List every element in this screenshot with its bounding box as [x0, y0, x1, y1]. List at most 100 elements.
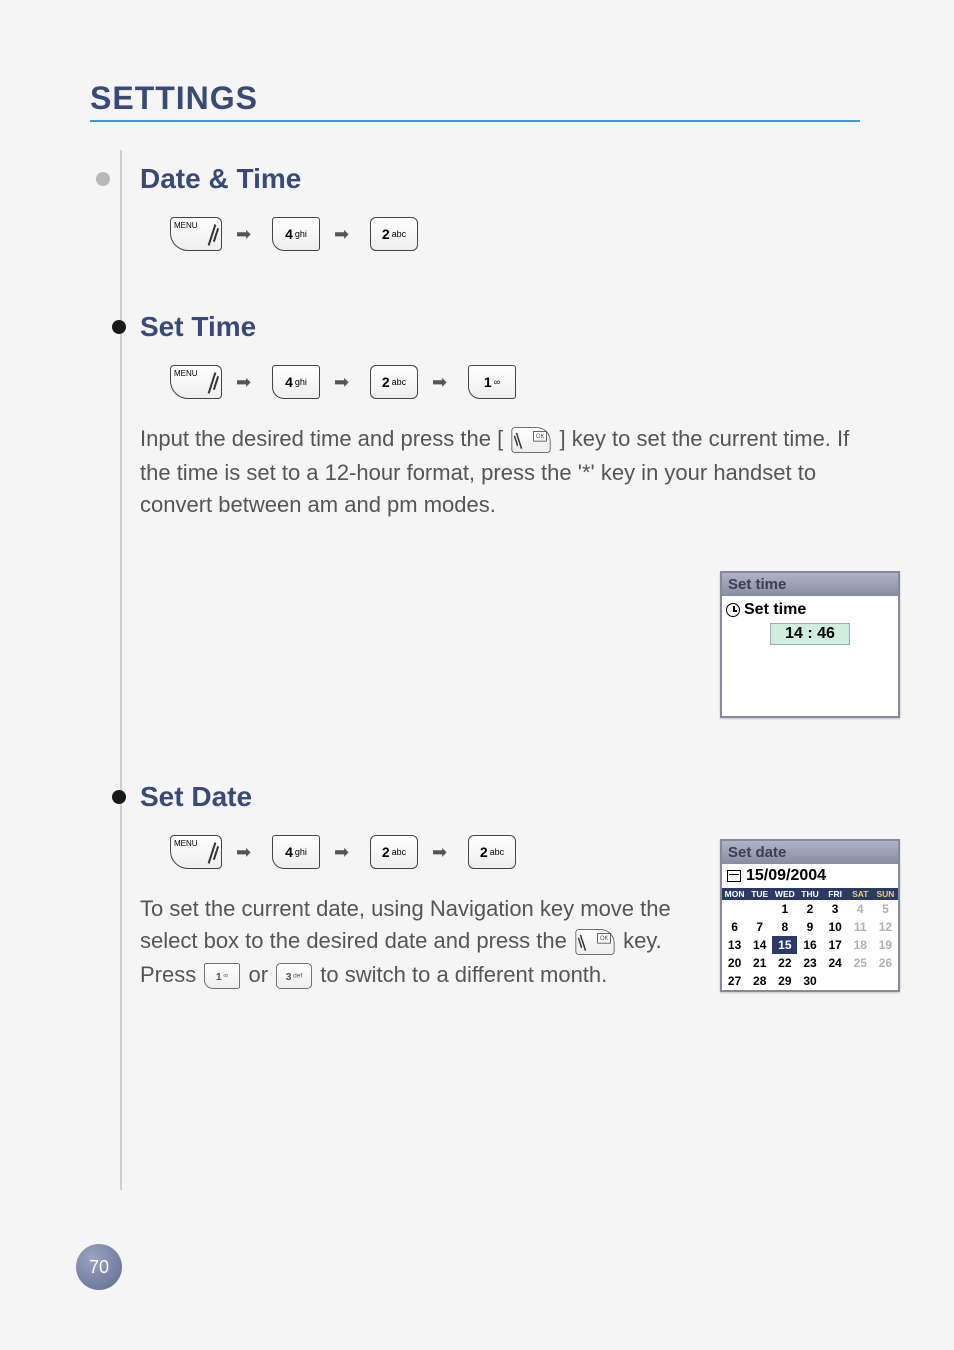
dow-cell: FRI [823, 888, 848, 900]
calendar-cell: 6 [722, 918, 747, 936]
dow-cell: SUN [873, 888, 898, 900]
set-time-body: Input the desired time and press the [ O… [140, 423, 890, 521]
set-date-text-3: or [248, 962, 274, 987]
menu-key-icon: MENU [170, 835, 222, 869]
arrow-icon [236, 845, 258, 859]
calendar-cell: 22 [772, 954, 797, 972]
arrow-icon [432, 845, 454, 859]
calendar-cell [873, 972, 898, 990]
date-heading-row: 15/09/2004 [722, 864, 898, 888]
calendar-cell: 27 [722, 972, 747, 990]
key-sequence-date-time: MENU 4ghi 2abc [140, 217, 890, 251]
calendar-cell [848, 972, 873, 990]
calendar-cell: 7 [747, 918, 772, 936]
key-2: 2abc [370, 835, 418, 869]
set-time-text-1: Input the desired time and press the [ [140, 426, 503, 451]
calendar-cell: 30 [797, 972, 822, 990]
calendar-cell: 2 [797, 900, 822, 918]
arrow-icon [334, 845, 356, 859]
menu-key-label: MENU [174, 221, 198, 230]
phone-screen-set-date: Set date 15/09/2004 MONTUEWEDTHUFRISATSU… [720, 839, 900, 992]
bullet-icon [112, 320, 126, 334]
dow-cell: TUE [747, 888, 772, 900]
header: SETTINGS [90, 80, 890, 123]
bullet-icon [112, 790, 126, 804]
key-2: 2abc [370, 365, 418, 399]
key-1: 1∞ [204, 963, 240, 989]
key-1: 1∞ [468, 365, 516, 399]
calendar-cell: 28 [747, 972, 772, 990]
calendar-cell: 13 [722, 936, 747, 954]
key-2: 2abc [468, 835, 516, 869]
menu-key-label: MENU [174, 369, 198, 378]
section-title-date-time: Date & Time [140, 163, 890, 195]
key-4: 4ghi [272, 365, 320, 399]
section-date-time: Date & Time MENU 4ghi 2abc [90, 163, 890, 251]
menu-key-icon: MENU [170, 365, 222, 399]
arrow-icon [432, 375, 454, 389]
bullet-icon [96, 172, 110, 186]
calendar-cell: 9 [797, 918, 822, 936]
calendar-cell: 29 [772, 972, 797, 990]
screen-heading-row: Set time [726, 601, 894, 619]
key-2: 2abc [370, 217, 418, 251]
section-set-time: Set Time MENU 4ghi 2abc 1∞ Input the des… [90, 311, 890, 521]
calendar-cell: 21 [747, 954, 772, 972]
calendar-cell: 1 [772, 900, 797, 918]
calendar-cell: 8 [772, 918, 797, 936]
dow-cell: MON [722, 888, 747, 900]
arrow-icon [236, 227, 258, 241]
calendar-cell: 11 [848, 918, 873, 936]
key-4: 4ghi [272, 835, 320, 869]
dow-cell: THU [797, 888, 822, 900]
section-set-date: Set Date MENU 4ghi 2abc 2abc To set the [90, 781, 890, 993]
calendar-cell: 16 [797, 936, 822, 954]
phone-screen-set-time: Set time Set time 14 : 46 [720, 571, 900, 718]
screen-heading: Set time [744, 601, 806, 619]
clock-icon [726, 603, 740, 617]
calendar-cell: 24 [823, 954, 848, 972]
dow-cell: SAT [848, 888, 873, 900]
calendar-cell: 3 [823, 900, 848, 918]
calendar-cell: 23 [797, 954, 822, 972]
key-sequence-set-time: MENU 4ghi 2abc 1∞ [140, 365, 890, 399]
calendar-cell: 5 [873, 900, 898, 918]
calendar-cell [823, 972, 848, 990]
calendar-cell: 20 [722, 954, 747, 972]
calendar-cell: 17 [823, 936, 848, 954]
key-3: 3def [276, 963, 312, 989]
date-heading: 15/09/2004 [746, 867, 826, 885]
calendar-cell: 14 [747, 936, 772, 954]
calendar-cell: 12 [873, 918, 898, 936]
calendar-cell [722, 900, 747, 918]
key-4: 4ghi [272, 217, 320, 251]
menu-key-icon: MENU [170, 217, 222, 251]
calendar-cell: 19 [873, 936, 898, 954]
calendar-cell: 26 [873, 954, 898, 972]
arrow-icon [334, 375, 356, 389]
calendar-icon [727, 870, 741, 882]
ok-key-icon: OK [575, 929, 614, 955]
screen-titlebar: Set date [722, 841, 898, 864]
ok-key-icon: OK [512, 427, 551, 453]
page-title: SETTINGS [90, 80, 258, 123]
page-content: SETTINGS Date & Time MENU 4ghi 2abc Set … [90, 80, 890, 993]
calendar-cell: 18 [848, 936, 873, 954]
section-title-set-time: Set Time [140, 311, 890, 343]
menu-key-label: MENU [174, 839, 198, 848]
set-date-text-4: to switch to a different month. [320, 962, 607, 987]
section-title-set-date: Set Date [140, 781, 890, 813]
set-date-screenshot: Set date 15/09/2004 MONTUEWEDTHUFRISATSU… [720, 839, 900, 992]
header-underline [90, 120, 860, 122]
arrow-icon [334, 227, 356, 241]
calendar-cell [747, 900, 772, 918]
screen-titlebar: Set time [722, 573, 898, 596]
dow-cell: WED [772, 888, 797, 900]
arrow-icon [236, 375, 258, 389]
calendar-cell: 15 [772, 936, 797, 954]
calendar-cell: 4 [848, 900, 873, 918]
calendar-grid: 1234567891011121314151617181920212223242… [722, 900, 898, 990]
set-time-screenshot: Set time Set time 14 : 46 [720, 571, 900, 718]
dow-row: MONTUEWEDTHUFRISATSUN [722, 888, 898, 900]
time-value: 14 : 46 [770, 623, 850, 645]
